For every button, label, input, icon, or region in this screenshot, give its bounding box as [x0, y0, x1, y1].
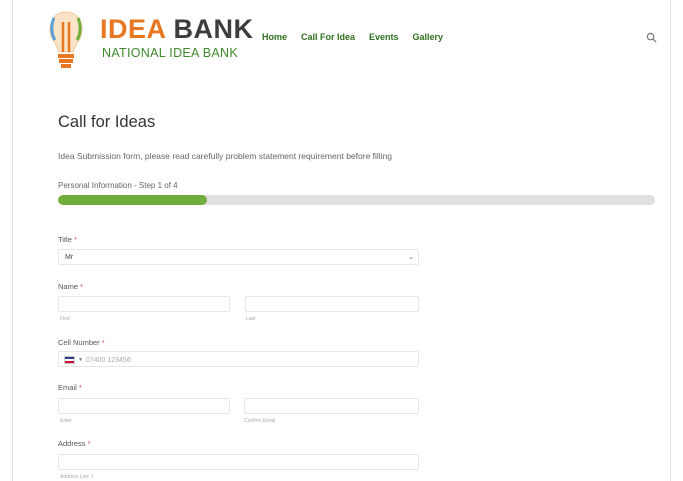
nav-gallery[interactable]: Gallery [413, 32, 444, 42]
cell-number-label-text: Cell Number [58, 338, 100, 347]
brand-title-bank: BANK [173, 14, 254, 44]
intro-text: Idea Submission form, please read carefu… [58, 151, 393, 161]
step-label: Personal Information - Step 1 of 4 [58, 181, 178, 190]
first-name-input[interactable] [58, 296, 230, 312]
required-marker: * [78, 383, 82, 392]
email-input[interactable] [58, 398, 230, 414]
email-sublabel: Enter [60, 418, 72, 424]
address-label: Address * [58, 439, 91, 448]
required-marker: * [87, 439, 91, 448]
confirm-email-sublabel: Confirm Email [244, 418, 276, 424]
title-select-value: Mr [65, 254, 74, 261]
address-line1-sublabel: Address Line 1 [60, 474, 94, 480]
uk-flag-icon[interactable] [64, 356, 75, 364]
nav-call-for-idea[interactable]: Call For Idea [301, 32, 355, 42]
first-name-sublabel: First [60, 316, 70, 322]
brand-title[interactable]: IDEA BANK [100, 14, 254, 44]
progress-bar [58, 195, 655, 205]
cell-number-input[interactable]: ▼ 07400 123456 [58, 351, 419, 367]
brand-subtitle: NATIONAL IDEA BANK [102, 46, 238, 60]
nav-home[interactable]: Home [262, 32, 287, 42]
email-label: Email * [58, 383, 82, 392]
last-name-input[interactable] [245, 296, 419, 312]
title-label-text: Title [58, 235, 72, 244]
title-select[interactable]: Mr ⌄ [58, 249, 419, 265]
progress-fill [58, 195, 208, 205]
required-marker: * [80, 282, 84, 291]
cell-number-placeholder: 07400 123456 [85, 356, 131, 364]
name-label-text: Name [58, 282, 79, 291]
phone-input-content: ▼ 07400 123456 [64, 356, 131, 364]
brand-title-idea: IDEA [100, 14, 166, 44]
nav-events[interactable]: Events [369, 32, 399, 42]
chevron-down-icon: ⌄ [408, 254, 414, 261]
cell-number-label: Cell Number * [58, 338, 105, 347]
main-nav: Home Call For Idea Events Gallery [262, 32, 443, 42]
last-name-sublabel: Last [246, 316, 256, 322]
required-marker: * [101, 338, 105, 347]
required-marker: * [73, 235, 77, 244]
name-label: Name * [58, 282, 83, 291]
page-title: Call for Ideas [58, 113, 156, 131]
title-label: Title * [58, 235, 77, 244]
address-label-text: Address [58, 439, 86, 448]
search-icon[interactable] [646, 32, 657, 43]
caret-down-icon: ▼ [78, 357, 83, 363]
confirm-email-input[interactable] [244, 398, 419, 414]
address-line1-input[interactable] [58, 454, 419, 470]
bulb-logo-icon [49, 11, 83, 68]
email-label-text: Email [58, 383, 77, 392]
